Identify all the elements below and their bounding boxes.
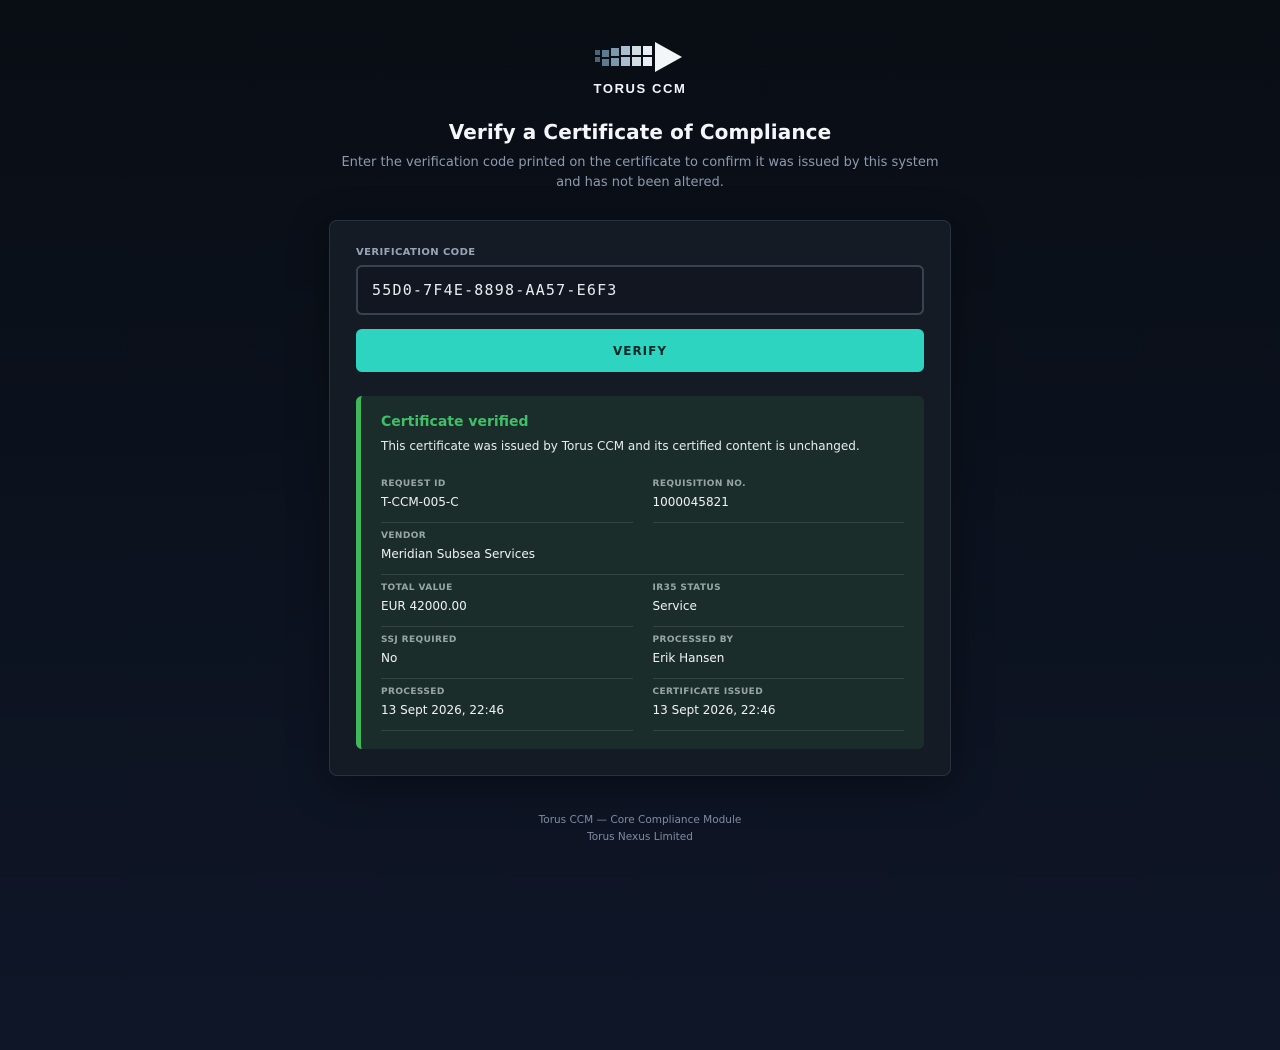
detail-vendor: VENDOR Meridian Subsea Services [381,523,904,575]
detail-value: T-CCM-005-C [381,495,459,509]
detail-request-id: REQUEST ID T-CCM-005-C [381,471,633,523]
page-title: Verify a Certificate of Compliance [448,120,832,144]
result-description: This certificate was issued by Torus CCM… [381,439,860,453]
detail-total-value: TOTAL VALUE EUR 42000.00 [381,575,633,627]
detail-label: PROCESSED BY [652,635,734,645]
detail-processed: PROCESSED 13 Sept 2026, 22:46 [381,679,633,731]
arrow-blocks-logo-icon [594,42,682,72]
detail-value: 1000045821 [652,495,729,509]
footer-product-line: Torus CCM — Core Compliance Module [538,814,742,826]
detail-value: 13 Sept 2026, 22:46 [652,703,776,717]
detail-value: No [381,651,398,665]
verification-code-input[interactable] [356,265,924,315]
detail-label: CERTIFICATE ISSUED [652,687,764,697]
detail-label: PROCESSED [381,687,445,697]
detail-value: Erik Hansen [652,651,725,665]
footer-company-line: Torus Nexus Limited [587,831,693,843]
detail-label: REQUEST ID [381,479,446,489]
detail-label: VENDOR [381,531,427,541]
detail-certificate-issued: CERTIFICATE ISSUED 13 Sept 2026, 22:46 [652,679,904,731]
brand-name: TORUS CCM [593,81,687,96]
verification-page: TORUS CCM Verify a Certificate of Compli… [0,0,1280,846]
page-subtitle: Enter the verification code printed on t… [341,155,939,190]
verification-result-panel: Certificate verified This certificate wa… [356,396,924,749]
brand-logo: TORUS CCM [594,42,687,96]
verify-button[interactable]: VERIFY [356,329,924,372]
detail-requisition-no: REQUISITION NO. 1000045821 [652,471,904,523]
verification-code-label: VERIFICATION CODE [356,247,476,258]
verification-card: VERIFICATION CODE VERIFY Certificate ver… [329,220,951,776]
detail-ir35-status: IR35 STATUS Service [652,575,904,627]
detail-label: IR35 STATUS [652,583,721,593]
detail-value: Meridian Subsea Services [381,547,535,561]
result-status-title: Certificate verified [381,414,529,430]
detail-value: 13 Sept 2026, 22:46 [381,703,504,717]
page-footer: Torus CCM — Core Compliance Module Torus… [539,812,742,846]
certificate-details: REQUEST ID T-CCM-005-C REQUISITION NO. 1… [381,471,904,731]
detail-value: EUR 42000.00 [381,599,467,613]
detail-label: REQUISITION NO. [652,479,746,489]
detail-value: Service [652,599,697,613]
detail-ssj-required: SSJ REQUIRED No [381,627,633,679]
detail-label: SSJ REQUIRED [381,635,457,645]
detail-processed-by: PROCESSED BY Erik Hansen [652,627,904,679]
detail-label: TOTAL VALUE [381,583,453,593]
